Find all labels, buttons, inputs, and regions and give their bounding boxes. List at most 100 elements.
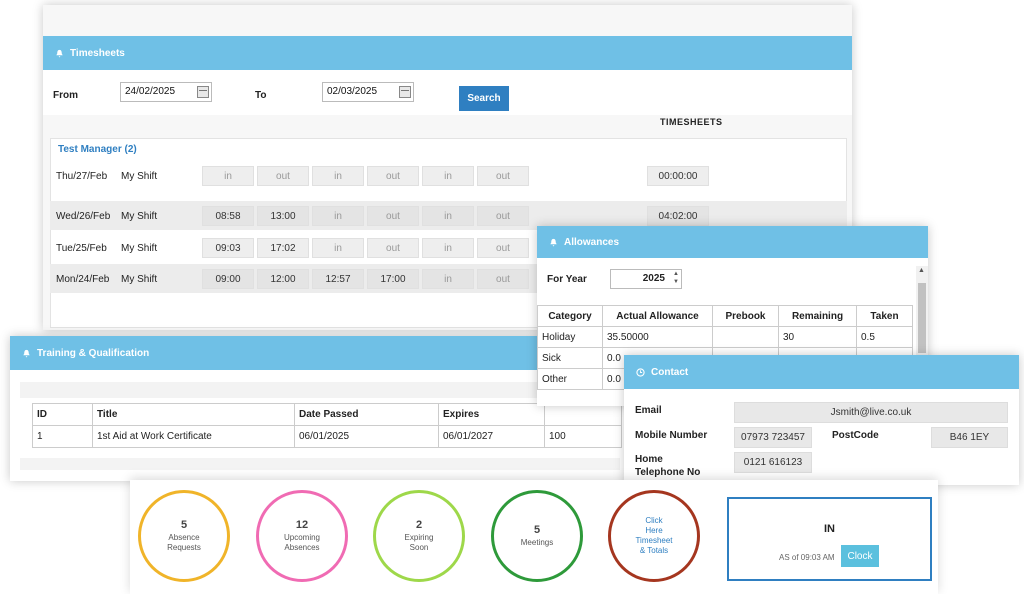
cell-extra: 100	[544, 425, 622, 448]
upcoming-absences-circle[interactable]: 12 Upcoming Absences	[256, 490, 348, 582]
timesheets-column-header: TIMESHEETS	[660, 117, 723, 127]
from-date-input[interactable]: 24/02/2025	[120, 82, 212, 102]
scrollbar-thumb[interactable]	[918, 283, 926, 353]
search-button[interactable]: Search	[459, 86, 509, 111]
from-date-value: 24/02/2025	[125, 86, 176, 97]
training-footer	[20, 458, 620, 470]
mobile-field[interactable]: 07973 723457	[734, 427, 812, 448]
circle-label: Absences	[284, 543, 320, 552]
time-cell[interactable]: in	[312, 238, 364, 258]
time-cell[interactable]: in	[312, 206, 364, 226]
time-cell[interactable]: 09:03	[202, 238, 254, 258]
group-label[interactable]: Test Manager (2)	[58, 144, 137, 155]
timesheet-totals-circle[interactable]: Click Here Timesheet & Totals	[608, 490, 700, 582]
dashboard-circles: 5 Absence Requests 12 Upcoming Absences …	[130, 480, 938, 594]
time-cell[interactable]: in	[312, 166, 364, 186]
col-date-passed: Date Passed	[294, 403, 439, 426]
circle-label: Click	[645, 516, 663, 525]
circle-label: & Totals	[639, 546, 669, 555]
row-date: Thu/27/Feb	[56, 171, 108, 182]
cell-title: 1st Aid at Work Certificate	[92, 425, 295, 448]
mobile-value: 07973 723457	[741, 432, 805, 443]
home-phone-field[interactable]: 0121 616123	[734, 452, 812, 473]
timesheets-title: Timesheets	[70, 47, 125, 59]
circle-label: Timesheet	[635, 536, 673, 545]
time-cell[interactable]: out	[477, 238, 529, 258]
time-cell[interactable]: 12:00	[257, 269, 309, 289]
chevron-down-icon[interactable]: ▼	[673, 279, 679, 285]
time-cell[interactable]: out	[367, 166, 419, 186]
scroll-up-icon[interactable]: ▲	[918, 267, 925, 274]
time-cell[interactable]: in	[422, 166, 474, 186]
training-header: Training & Qualification	[10, 336, 625, 370]
circle-count: 12	[295, 519, 309, 531]
cell-expires: 06/01/2027	[438, 425, 545, 448]
year-stepper[interactable]: 2025 ▲ ▼	[610, 269, 682, 289]
time-cell[interactable]: 17:00	[367, 269, 419, 289]
col-extra	[544, 403, 622, 426]
email-label: Email	[635, 405, 662, 416]
col-expires: Expires	[438, 403, 545, 426]
expiring-soon-circle[interactable]: 2 Expiring Soon	[373, 490, 465, 582]
postcode-value: B46 1EY	[949, 432, 990, 443]
to-date-value: 02/03/2025	[327, 86, 378, 97]
calendar-icon[interactable]	[399, 86, 411, 98]
email-field[interactable]: Jsmith@live.co.uk	[734, 402, 1008, 423]
bell-icon	[549, 238, 558, 247]
row-shift: My Shift	[121, 243, 158, 254]
chevron-up-icon[interactable]: ▲	[673, 271, 679, 277]
circle-label: Upcoming	[283, 533, 320, 542]
row-date: Wed/26/Feb	[56, 211, 111, 222]
year-value: 2025	[642, 273, 665, 284]
time-cell[interactable]: in	[422, 269, 474, 289]
to-label: To	[255, 90, 267, 101]
table-row[interactable]: 1 1st Aid at Work Certificate 06/01/2025…	[32, 425, 622, 448]
contact-title: Contact	[651, 366, 689, 378]
cell-prebook	[712, 326, 779, 348]
time-cell[interactable]: 08:58	[202, 206, 254, 226]
circle-count: 5	[180, 519, 188, 531]
circle-label: Meetings	[520, 538, 554, 547]
contact-header: Contact	[624, 355, 1019, 389]
contact-panel: Contact Email Jsmith@live.co.uk Mobile N…	[624, 355, 1019, 485]
from-label: From	[53, 90, 78, 101]
time-cell[interactable]: out	[477, 206, 529, 226]
time-cell[interactable]: in	[422, 206, 474, 226]
allowances-table-header: Category Actual Allowance Prebook Remain…	[537, 305, 913, 327]
filter-bar: From 24/02/2025 To 02/03/2025 Search	[43, 70, 852, 115]
clock-button[interactable]: Clock	[841, 545, 879, 567]
circle-label: Expiring	[404, 533, 434, 542]
col-prebook: Prebook	[712, 305, 779, 327]
circle-count: 2	[415, 519, 423, 531]
calendar-icon[interactable]	[197, 86, 209, 98]
time-cell[interactable]: 13:00	[257, 206, 309, 226]
cell-category: Other	[537, 368, 603, 390]
table-row[interactable]: Holiday 35.50000 30 0.5	[537, 326, 913, 348]
circle-label: Here	[645, 526, 663, 535]
postcode-label: PostCode	[832, 430, 879, 441]
time-cell[interactable]: out	[477, 269, 529, 289]
time-cell[interactable]: 12:57	[312, 269, 364, 289]
col-taken: Taken	[856, 305, 913, 327]
training-panel: Training & Qualification ID Title Date P…	[10, 336, 625, 481]
time-cell[interactable]: in	[422, 238, 474, 258]
time-cell[interactable]: 17:02	[257, 238, 309, 258]
time-cell[interactable]: out	[477, 166, 529, 186]
row-shift: My Shift	[121, 211, 158, 222]
absence-requests-circle[interactable]: 5 Absence Requests	[138, 490, 230, 582]
to-date-input[interactable]: 02/03/2025	[322, 82, 414, 102]
time-cell[interactable]: out	[257, 166, 309, 186]
time-cell[interactable]: out	[367, 206, 419, 226]
timesheets-header: Timesheets	[43, 36, 852, 70]
time-cell[interactable]: out	[367, 238, 419, 258]
col-title: Title	[92, 403, 295, 426]
for-year-label: For Year	[547, 274, 587, 285]
time-cell[interactable]: in	[202, 166, 254, 186]
cell-remaining: 30	[778, 326, 857, 348]
email-value: Jsmith@live.co.uk	[830, 407, 912, 418]
meetings-circle[interactable]: 5 Meetings	[491, 490, 583, 582]
circle-label: Requests	[167, 543, 201, 552]
time-cell[interactable]: 09:00	[202, 269, 254, 289]
postcode-field[interactable]: B46 1EY	[931, 427, 1008, 448]
timesheet-row[interactable]: Thu/27/Feb My Shift in out in out in out 00:00:0…	[50, 161, 847, 190]
